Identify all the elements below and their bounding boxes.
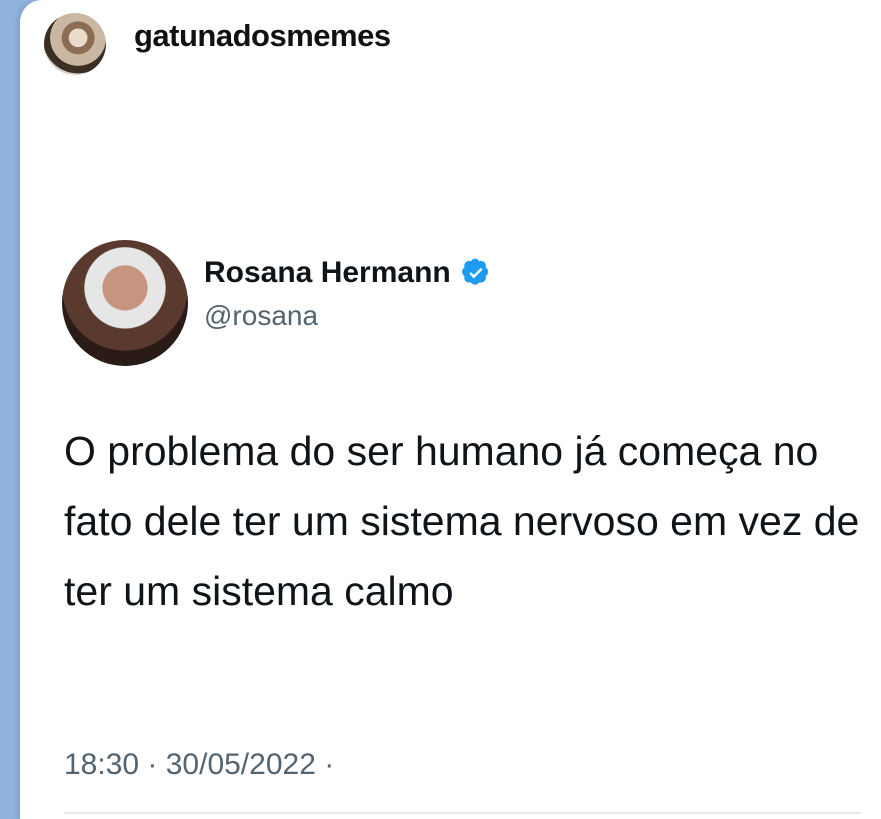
tweet-author: Rosana Hermann @rosana: [204, 256, 491, 332]
verified-badge-icon: [461, 258, 488, 285]
instagram-username[interactable]: gatunadosmemes: [134, 18, 391, 54]
divider: [64, 812, 861, 814]
tweet-avatar[interactable]: [62, 240, 188, 366]
tweet-text: O problema do ser humano já começa no fa…: [64, 428, 860, 614]
tweet-display-name-row: Rosana Hermann: [204, 256, 491, 290]
tweet-timestamp[interactable]: 18:30 · 30/05/2022 ·: [64, 748, 334, 782]
instagram-avatar[interactable]: [44, 13, 106, 75]
tweet-header: Rosana Hermann @rosana: [62, 240, 491, 366]
instagram-post-card: gatunadosmemes Rosana Hermann @rosana O …: [20, 0, 881, 819]
post-header: gatunadosmemes: [44, 12, 391, 76]
tweet-display-name[interactable]: Rosana Hermann: [204, 256, 451, 290]
tweet-handle[interactable]: @rosana: [204, 300, 491, 332]
